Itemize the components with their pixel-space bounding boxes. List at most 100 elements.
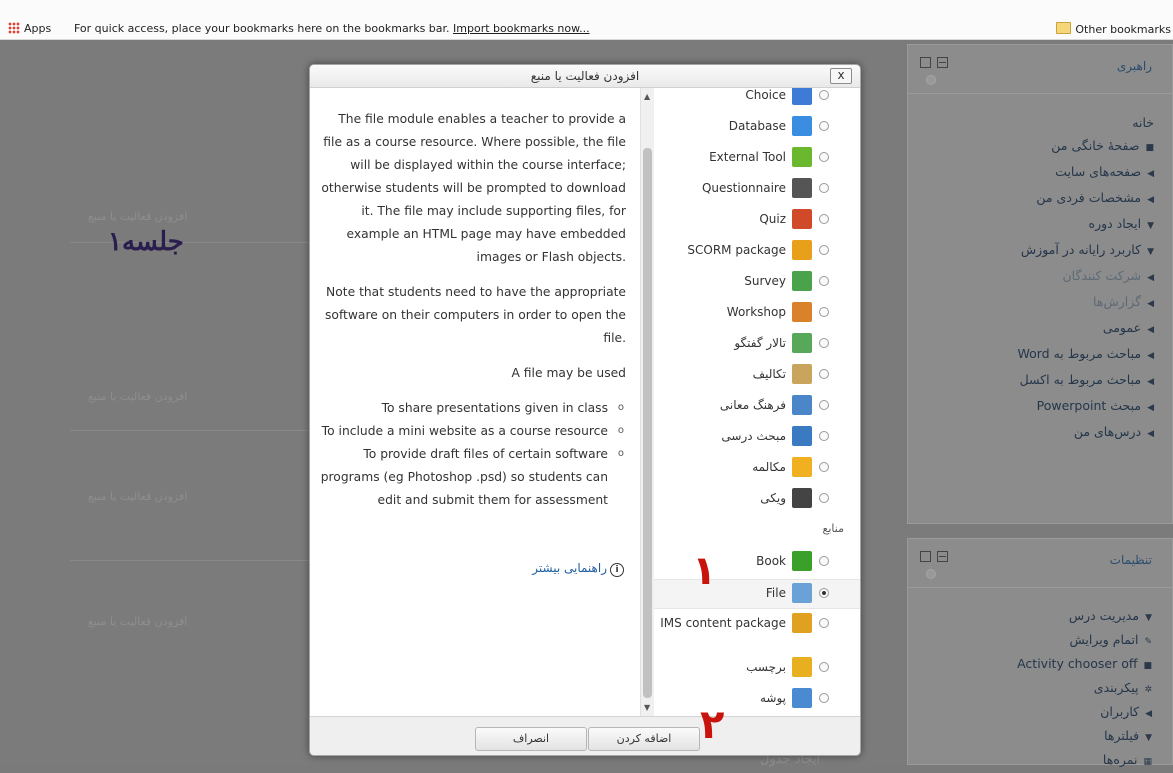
module-option[interactable]: Book	[654, 548, 860, 576]
module-radio[interactable]	[819, 493, 829, 503]
module-radio[interactable]	[819, 618, 829, 628]
settings-item[interactable]: ▼ مدیریت درس	[917, 605, 1152, 629]
module-radio[interactable]	[819, 183, 829, 193]
module-radio[interactable]	[819, 369, 829, 379]
scroll-up-arrow-icon[interactable]: ▲	[644, 92, 650, 101]
cancel-button[interactable]: انصراف	[475, 727, 587, 751]
collapsed-arrow-icon[interactable]: ◀	[1147, 374, 1154, 391]
module-option[interactable]: برچسب	[654, 654, 860, 682]
module-radio[interactable]	[819, 214, 829, 224]
module-option[interactable]: IMS content package	[654, 610, 860, 638]
nav-item[interactable]: ◀ مباحث مربوط به اکسل	[924, 368, 1154, 394]
collapsed-arrow-icon[interactable]: ◀	[1147, 348, 1154, 365]
module-option-label: SCORM package	[687, 243, 786, 257]
collapse-icon[interactable]	[937, 57, 948, 68]
module-option[interactable]: SCORM package	[654, 237, 860, 265]
nav-item-label: مباحث مربوط به Word	[1017, 346, 1142, 361]
scorm-icon	[792, 240, 812, 260]
module-radio[interactable]	[819, 338, 829, 348]
module-radio[interactable]	[819, 90, 829, 100]
modules-scrollbar[interactable]: ▲ ▼	[640, 88, 654, 716]
module-radio[interactable]	[819, 662, 829, 672]
module-radio[interactable]	[819, 556, 829, 566]
nav-item[interactable]: ▼ کاربرد رایانه در آموزش	[924, 238, 1154, 264]
module-option[interactable]: پوشه	[654, 685, 860, 713]
module-option[interactable]: Database	[654, 113, 860, 141]
module-option[interactable]: تکالیف	[654, 361, 860, 389]
apps-shortcut[interactable]: Apps	[24, 22, 51, 35]
close-button[interactable]: x	[830, 68, 852, 84]
module-option[interactable]: Survey	[654, 268, 860, 296]
module-option[interactable]: فرهنگ معانی	[654, 392, 860, 420]
module-radio[interactable]	[819, 152, 829, 162]
settings-item[interactable]: ◀ کاربران	[917, 701, 1152, 725]
bookmarks-hint: For quick access, place your bookmarks h…	[74, 22, 590, 35]
settings-item[interactable]: ▦نمره‌ها	[917, 749, 1152, 773]
module-option[interactable]: تالار گفتگو	[654, 330, 860, 358]
expanded-arrow-icon[interactable]: ▼	[1147, 244, 1154, 261]
move-handle-icon[interactable]	[926, 75, 936, 85]
module-radio[interactable]	[819, 307, 829, 317]
nav-item[interactable]: ◀ مباحث مربوط به Word	[924, 342, 1154, 368]
module-option[interactable]: Quiz	[654, 206, 860, 234]
workshop-icon	[792, 302, 812, 322]
nav-item[interactable]: خانه	[924, 111, 1154, 134]
nav-item[interactable]: ◀ گزارش‌ها	[924, 290, 1154, 316]
nav-item[interactable]: ◀ صفحه‌های سایت	[924, 160, 1154, 186]
module-option-label: Book	[756, 554, 786, 568]
module-option[interactable]: File	[654, 579, 860, 609]
add-button[interactable]: اضافه کردن	[588, 727, 700, 751]
nav-item[interactable]: ◀ عمومی	[924, 316, 1154, 342]
more-help-link[interactable]: iراهنمایی بیشتر	[532, 561, 624, 577]
dock-icon[interactable]	[920, 551, 931, 562]
other-bookmarks-button[interactable]: Other bookmarks	[1056, 22, 1171, 36]
settings-item[interactable]: ▼ فیلترها	[917, 725, 1152, 749]
module-radio[interactable]	[819, 121, 829, 131]
module-radio[interactable]	[819, 400, 829, 410]
collapsed-arrow-icon[interactable]: ◀	[1147, 426, 1154, 443]
module-radio[interactable]	[819, 245, 829, 255]
collapsed-arrow-icon[interactable]: ◀	[1147, 192, 1154, 209]
move-handle-icon[interactable]	[926, 569, 936, 579]
import-bookmarks-link[interactable]: Import bookmarks now...	[453, 22, 590, 35]
module-radio[interactable]	[819, 693, 829, 703]
expanded-arrow-icon[interactable]: ▼	[1147, 218, 1154, 235]
module-option[interactable]: Workshop	[654, 299, 860, 327]
module-radio[interactable]	[819, 588, 829, 598]
settings-item[interactable]: ■ Activity chooser off	[917, 653, 1152, 677]
apps-grid-icon[interactable]	[8, 22, 20, 34]
add-activity-link[interactable]: افزودن فعالیت یا منبع	[88, 210, 187, 223]
module-radio[interactable]	[819, 276, 829, 286]
module-option[interactable]: Choice	[654, 88, 860, 110]
collapse-icon[interactable]	[937, 551, 948, 562]
collapsed-arrow-icon[interactable]: ◀	[1147, 400, 1154, 417]
nav-item-label: خانه	[1132, 115, 1154, 130]
settings-item[interactable]: ✲ پیکربندی	[917, 677, 1152, 701]
nav-item[interactable]: ◀ درس‌های من	[924, 420, 1154, 446]
nav-item[interactable]: ◀ شرکت کنندگان	[924, 264, 1155, 290]
dialog-title: افزودن فعالیت یا منبع	[530, 69, 640, 83]
nav-item[interactable]: ▼ ایجاد دوره	[924, 212, 1154, 238]
module-option[interactable]: ویکی	[654, 485, 860, 513]
collapsed-arrow-icon[interactable]: ◀	[1147, 296, 1154, 313]
collapsed-arrow-icon[interactable]: ◀	[1147, 270, 1154, 287]
module-option[interactable]: مبحث درسی	[654, 423, 860, 451]
module-option[interactable]: مکالمه	[654, 454, 860, 482]
collapsed-arrow-icon[interactable]: ◀	[1147, 166, 1154, 183]
module-option[interactable]: External Tool	[654, 144, 860, 172]
dock-icon[interactable]	[920, 57, 931, 68]
collapsed-arrow-icon[interactable]: ◀	[1147, 322, 1154, 339]
scrollbar-thumb[interactable]	[643, 148, 652, 698]
nav-item[interactable]: ■ صفحهٔ خانگی من	[924, 134, 1154, 160]
module-radio[interactable]	[819, 462, 829, 472]
add-activity-link[interactable]: افزودن فعالیت یا منبع	[88, 615, 187, 628]
add-activity-link[interactable]: افزودن فعالیت یا منبع	[88, 490, 187, 503]
module-option-label: ویکی	[760, 491, 786, 505]
nav-item[interactable]: ◀ مبحث Powerpoint	[924, 394, 1154, 420]
scroll-down-arrow-icon[interactable]: ▼	[644, 703, 650, 712]
nav-item[interactable]: ◀ مشخصات فردی من	[924, 186, 1154, 212]
module-option[interactable]: Questionnaire	[654, 175, 860, 203]
module-radio[interactable]	[819, 431, 829, 441]
settings-item[interactable]: ✎ اتمام ویرایش	[917, 629, 1152, 653]
add-activity-link[interactable]: افزودن فعالیت یا منبع	[88, 390, 187, 403]
